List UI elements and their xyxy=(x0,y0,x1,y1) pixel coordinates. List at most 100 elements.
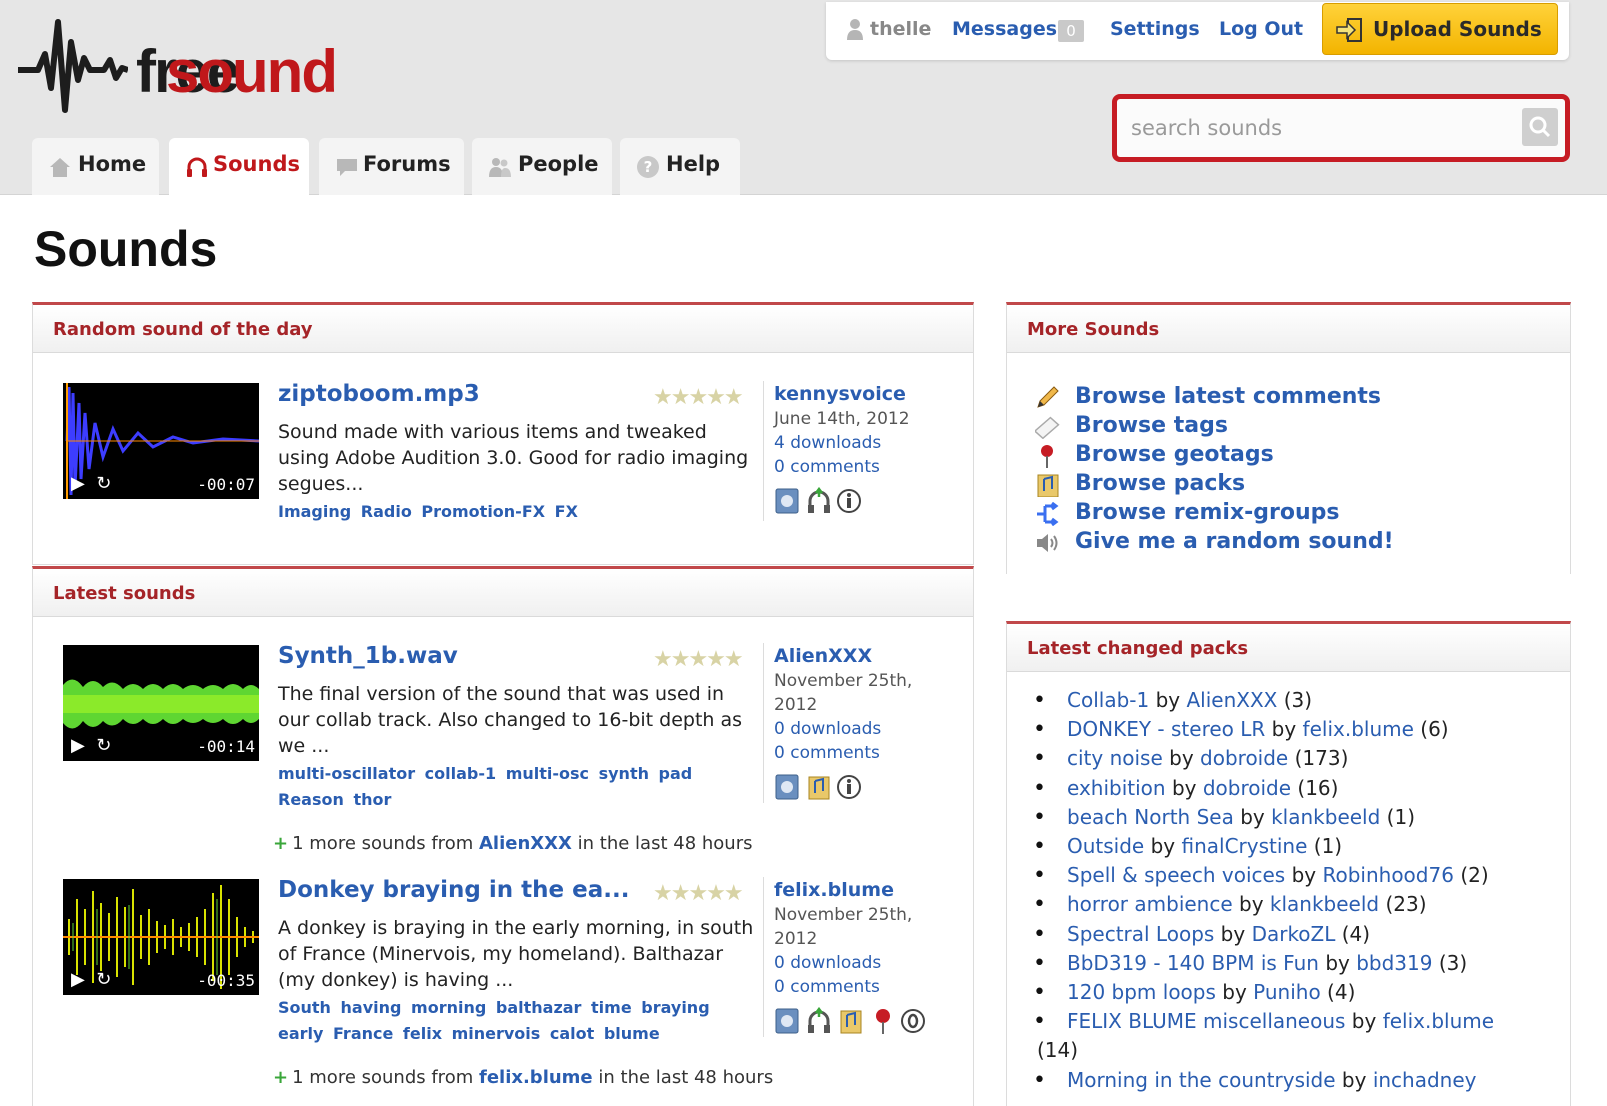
pack-user-link[interactable]: DarkoZL xyxy=(1252,922,1336,946)
pack-user-link[interactable]: dobroide xyxy=(1203,776,1291,800)
pack-by-text: by xyxy=(1169,746,1194,771)
pack-user-link[interactable]: klankbeeld xyxy=(1271,805,1380,829)
random-sound-label: Give me a random sound! xyxy=(1075,529,1394,554)
home-icon xyxy=(50,158,70,177)
pack-list-item: DONKEY - stereo LR by felix.blume (6) xyxy=(1033,715,1449,744)
pack-entry: exhibition by dobroide (16) xyxy=(1067,776,1338,800)
sound-tags[interactable]: South having morning balthazar time bray… xyxy=(278,995,748,1047)
browse-remix-groups-label: Browse remix-groups xyxy=(1075,500,1340,525)
pack-name-link[interactable]: horror ambience xyxy=(1067,892,1233,916)
sound-tags[interactable]: multi-oscillator collab-1 multi-osc synt… xyxy=(278,761,748,813)
tab-help[interactable]: ? Help xyxy=(620,138,740,195)
more-suffix: in the last 48 hours xyxy=(598,1067,774,1088)
sound-user-link[interactable]: AlienXXX xyxy=(774,643,953,669)
plus-icon: + xyxy=(273,1067,289,1088)
pack-name-link[interactable]: FELIX BLUME miscellaneous xyxy=(1067,1009,1345,1033)
people-icon xyxy=(489,158,511,177)
more-sounds-user-link[interactable]: AlienXXX xyxy=(479,833,572,854)
play-icon[interactable]: ▶ ↻ xyxy=(71,473,111,494)
pack-user-link[interactable]: klankbeeld xyxy=(1270,892,1379,916)
rating-stars[interactable]: ★★★★★ xyxy=(653,881,744,906)
pack-name-link[interactable]: exhibition xyxy=(1067,776,1166,800)
downloads-link[interactable]: 0 downloads xyxy=(774,951,953,975)
search-input[interactable] xyxy=(1123,105,1507,150)
user-bar: thelle Messages 0 Settings Log Out Uploa… xyxy=(826,2,1569,60)
logout-link[interactable]: Log Out xyxy=(1219,18,1303,40)
pack-list-item: beach North Sea by klankbeeld (1) xyxy=(1033,803,1415,832)
play-icon[interactable]: ▶ ↻ xyxy=(71,735,111,756)
pack-name-link[interactable]: Outside xyxy=(1067,834,1144,858)
duration-label: -00:14 xyxy=(197,737,255,756)
pack-by-text: by xyxy=(1271,717,1297,742)
downloads-link[interactable]: 0 downloads xyxy=(774,717,953,741)
pack-user-link[interactable]: AlienXXX xyxy=(1186,688,1277,712)
settings-link[interactable]: Settings xyxy=(1110,18,1200,40)
rating-stars[interactable]: ★★★★★ xyxy=(653,385,744,410)
pack-entry: beach North Sea by klankbeeld (1) xyxy=(1067,805,1415,829)
sound-tags[interactable]: Imaging Radio Promotion-FX FX xyxy=(278,499,748,525)
sound-meta: felix.blume November 25th, 2012 0 downlo… xyxy=(763,877,953,1037)
tab-forums-label: Forums xyxy=(363,152,451,176)
pack-name-link[interactable]: DONKEY - stereo LR xyxy=(1067,717,1265,741)
play-icon[interactable]: ▶ ↻ xyxy=(71,969,111,990)
sound-title-link[interactable]: ziptoboom.mp3 xyxy=(278,381,480,407)
tab-home[interactable]: Home xyxy=(32,138,159,195)
sound-title-link[interactable]: Synth_1b.wav xyxy=(278,643,458,669)
pack-user-link[interactable]: Robinhood76 xyxy=(1322,863,1453,887)
pack-by-text: by xyxy=(1291,863,1317,888)
pack-count: (6) xyxy=(1420,717,1449,742)
sound-title-link[interactable]: Donkey braying in the ea... xyxy=(278,877,629,903)
messages-link[interactable]: Messages xyxy=(952,18,1057,40)
downloads-link[interactable]: 4 downloads xyxy=(774,431,953,455)
pack-user-link[interactable]: felix.blume xyxy=(1303,717,1414,741)
search-button[interactable] xyxy=(1522,108,1558,146)
upload-sounds-button[interactable]: Upload Sounds xyxy=(1322,3,1558,55)
search-icon xyxy=(1529,116,1551,138)
latest-sounds-panel: Latest sounds ▶ ↻ -00:14 Synth_1b.wav ★★… xyxy=(32,566,974,1106)
more-sounds-title: More Sounds xyxy=(1027,319,1160,340)
pack-count: (16) xyxy=(1297,775,1339,800)
pack-name-link[interactable]: beach North Sea xyxy=(1067,805,1234,829)
pack-user-link[interactable]: felix.blume xyxy=(1383,1009,1494,1033)
pack-user-link[interactable]: inchadney xyxy=(1373,1068,1477,1092)
pack-count: (2) xyxy=(1460,863,1489,888)
pack-entry: Outside by finalCrystine (1) xyxy=(1067,834,1342,858)
comments-link[interactable]: 0 comments xyxy=(774,741,953,765)
pack-list-item: Collab-1 by AlienXXX (3) xyxy=(1033,686,1313,715)
pack-name-link[interactable]: Morning in the countryside xyxy=(1067,1068,1336,1092)
duration-label: -00:07 xyxy=(197,475,255,494)
tab-sounds[interactable]: Sounds xyxy=(169,138,309,196)
username-link[interactable]: thelle xyxy=(870,18,931,40)
random-sound-title: Random sound of the day xyxy=(53,319,313,340)
messages-count-badge[interactable]: 0 xyxy=(1058,20,1084,42)
pack-user-link[interactable]: finalCrystine xyxy=(1182,834,1308,858)
sound-player[interactable]: ▶ ↻ -00:07 xyxy=(63,383,259,499)
page-title: Sounds xyxy=(34,221,218,277)
comments-link[interactable]: 0 comments xyxy=(774,975,953,999)
browse-geotags-label: Browse geotags xyxy=(1075,442,1274,467)
sound-user-link[interactable]: felix.blume xyxy=(774,877,953,903)
pack-user-link[interactable]: Puniho xyxy=(1253,980,1321,1004)
pack-name-link[interactable]: BbD319 - 140 BPM is Fun xyxy=(1067,951,1319,975)
sound-player[interactable]: ▶ ↻ -00:35 xyxy=(63,879,259,995)
pack-name-link[interactable]: 120 bpm loops xyxy=(1067,980,1216,1004)
pack-name-link[interactable]: Spell & speech voices xyxy=(1067,863,1285,887)
pack-name-link[interactable]: city noise xyxy=(1067,746,1163,770)
pack-count: (3) xyxy=(1438,950,1468,975)
sound-player[interactable]: ▶ ↻ -00:14 xyxy=(63,645,259,761)
pack-name-link[interactable]: Spectral Loops xyxy=(1067,922,1214,946)
more-sounds-user-link[interactable]: felix.blume xyxy=(479,1067,593,1088)
upload-sounds-label: Upload Sounds xyxy=(1373,17,1542,41)
pack-count: (3) xyxy=(1283,688,1313,712)
sound-user-link[interactable]: kennysvoice xyxy=(774,381,953,407)
pack-user-link[interactable]: bbd319 xyxy=(1356,951,1432,975)
wav-format-icon xyxy=(775,774,799,800)
pack-list-item: Outside by finalCrystine (1) xyxy=(1033,832,1342,861)
tab-forums[interactable]: Forums xyxy=(319,138,464,195)
pack-name-link[interactable]: Collab-1 xyxy=(1067,688,1149,712)
rating-stars[interactable]: ★★★★★ xyxy=(653,647,744,672)
comments-link[interactable]: 0 comments xyxy=(774,455,953,479)
pack-user-link[interactable]: dobroide xyxy=(1200,746,1288,770)
freesound-logo[interactable]: free sound xyxy=(18,12,418,117)
tab-people[interactable]: People xyxy=(472,138,612,195)
